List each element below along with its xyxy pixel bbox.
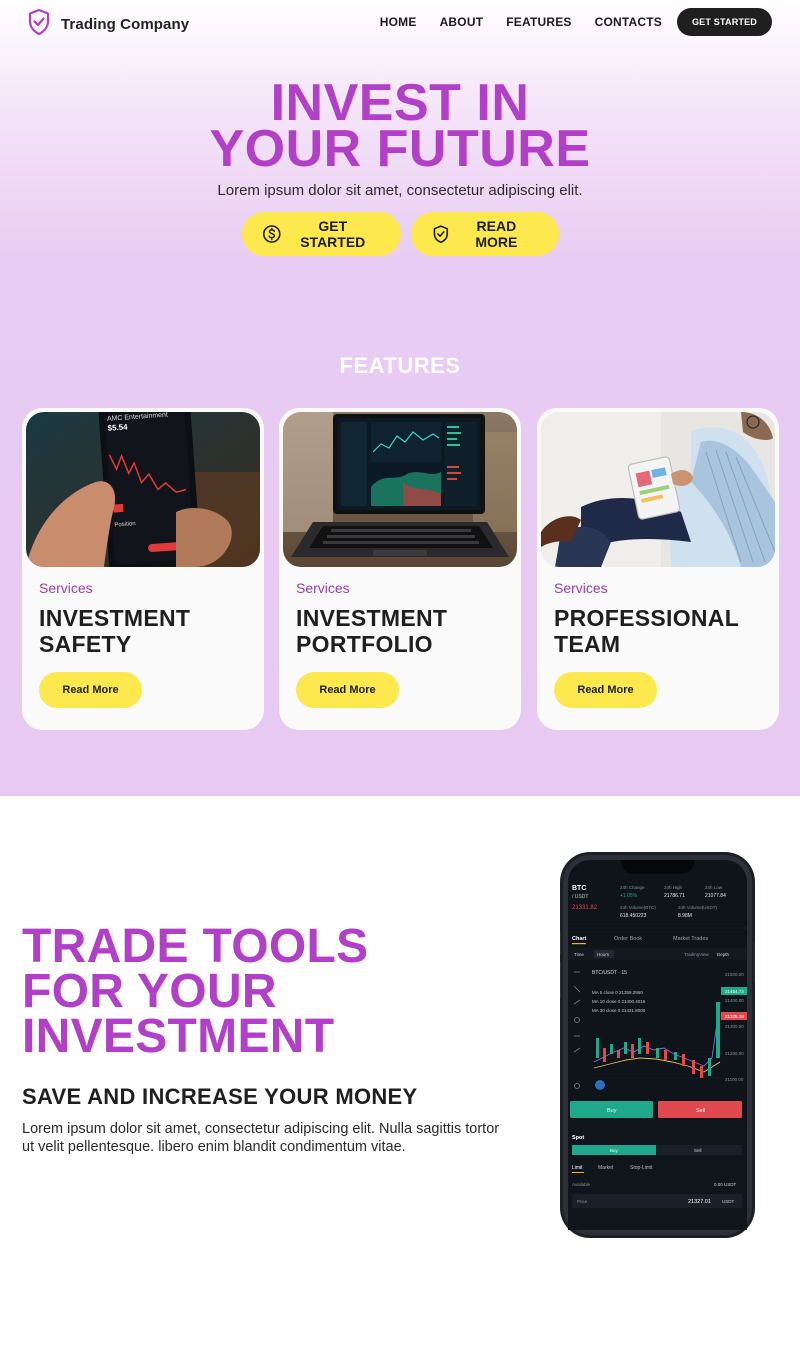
nav-get-started-button[interactable]: GET STARTED — [677, 8, 772, 36]
card-kicker: Services — [39, 580, 93, 596]
card-title: INVESTMENT SAFETY — [39, 605, 191, 657]
feature-card-professional-team: Services PROFESSIONAL TEAM Read More — [537, 408, 779, 730]
pair-interval: BTC/USDT · 15 — [592, 970, 627, 976]
vol-btc-value: 618.450223 — [620, 913, 647, 919]
main-menu: HOME ABOUT FEATURES CONTACTS — [357, 15, 662, 29]
features-heading: FEATURES — [339, 353, 461, 378]
pair-label: BTC — [572, 885, 586, 892]
time-option: Time — [574, 952, 584, 957]
price-tag-green: 21454.73 — [725, 989, 744, 994]
axis-label: 21400.00 — [725, 998, 744, 1003]
brand[interactable]: Trading Company — [27, 8, 189, 41]
low-label: 24h Low — [705, 885, 723, 890]
change-value: +1.05% — [620, 893, 638, 899]
hours-option: Hours — [597, 952, 610, 957]
nav-about[interactable]: ABOUT — [440, 15, 484, 29]
feature-card-investment-safety: AMC Entertainment $5.54 Position Service… — [22, 408, 264, 730]
order-type-limit: Limit — [572, 1165, 583, 1171]
vol-usdt-value: 8.98M — [678, 913, 692, 919]
ma30-readout: MA 30 close 0 21431.8000 — [592, 1008, 646, 1013]
hero-title-text: INVEST IN YOUR FUTURE — [209, 74, 591, 178]
nav-features[interactable]: FEATURES — [506, 15, 571, 29]
last-price: 21331.82 — [572, 905, 598, 911]
ma5-readout: MA 5 close 0 21359.2960 — [592, 990, 643, 995]
quote-label: / USDT — [572, 894, 588, 900]
depth-option: Depth — [717, 952, 730, 957]
axis-label: 21500.00 — [725, 972, 744, 977]
hero-read-more-button[interactable]: READ MORE — [410, 212, 559, 256]
spot-label: Spot — [572, 1135, 584, 1141]
hero-buttons: GET STARTED READ MORE — [0, 212, 800, 256]
nav-contacts[interactable]: CONTACTS — [595, 15, 662, 29]
phone-trading-app-mockup: BTC / USDT 21331.82 24h Change +1.05% 24… — [560, 852, 755, 1238]
low-value: 21077.84 — [705, 893, 726, 899]
tab-chart: Chart — [572, 936, 587, 942]
read-more-button[interactable]: Read More — [296, 672, 399, 708]
hero-get-started-button[interactable]: GET STARTED — [241, 212, 401, 256]
hero-subtitle: Lorem ipsum dolor sit amet, consectetur … — [217, 182, 583, 199]
price-tag-red: 21325.18 — [725, 1014, 744, 1019]
price-field-unit: USDT — [722, 1199, 735, 1204]
tradingview-option: TradingView — [684, 952, 710, 957]
svg-text:$5.54: $5.54 — [107, 422, 128, 432]
feature-card-investment-portfolio: Services INVESTMENT PORTFOLIO Read More — [279, 408, 521, 730]
shield-check-icon — [433, 225, 448, 244]
man-with-tablet-photo — [541, 412, 775, 567]
axis-label: 21200.00 — [725, 1051, 744, 1056]
buy-label: Buy — [607, 1108, 617, 1114]
change-label: 24h Change — [620, 885, 645, 890]
hero-features-section: Trading Company HOME ABOUT FEATURES CONT… — [0, 0, 800, 796]
axis-label: 21300.00 — [725, 1024, 744, 1029]
navbar: Trading Company HOME ABOUT FEATURES CONT… — [0, 0, 800, 44]
high-value: 21786.71 — [664, 893, 685, 899]
dollar-circle-icon — [262, 225, 281, 243]
hero-get-started-label: GET STARTED — [300, 218, 366, 250]
ma10-readout: MA 10 close 0 21400.4016 — [592, 999, 646, 1004]
spot-buy-label: Buy — [610, 1148, 619, 1153]
tools-body: Lorem ipsum dolor sit amet, consectetur … — [22, 1121, 500, 1155]
price-field-value: 21327.01 — [688, 1199, 711, 1205]
card-title: PROFESSIONAL TEAM — [554, 605, 740, 657]
brand-name: Trading Company — [61, 16, 190, 33]
vol-btc-label: 24h Volume(BTC) — [620, 905, 656, 910]
spot-sell-label: Sell — [694, 1148, 702, 1153]
read-more-button[interactable]: Read More — [554, 672, 657, 708]
axis-label: 21100.00 — [725, 1077, 744, 1082]
available-value: 0.00 USDT — [714, 1182, 737, 1187]
order-type-stop-limit: Stop-Limit — [630, 1165, 653, 1171]
hero-title: INVEST IN YOUR FUTURE — [0, 77, 800, 175]
laptop-trading-chart-photo — [283, 412, 517, 567]
tab-market-trades: Market Trades — [673, 936, 708, 942]
high-label: 24h High — [664, 885, 683, 890]
nav-home[interactable]: HOME — [380, 15, 417, 29]
card-kicker: Services — [554, 580, 608, 596]
read-more-button[interactable]: Read More — [39, 672, 142, 708]
vol-usdt-label: 24h Volume(USDT) — [678, 905, 718, 910]
card-title: INVESTMENT PORTFOLIO — [296, 605, 448, 657]
phone-stock-app-photo: AMC Entertainment $5.54 Position — [26, 412, 260, 567]
card-kicker: Services — [296, 580, 350, 596]
price-field-label: Price — [577, 1199, 588, 1204]
hero-read-more-label: READ MORE — [475, 218, 518, 250]
order-type-market: Market — [598, 1165, 614, 1171]
shield-check-icon — [27, 8, 51, 41]
sell-label: Sell — [696, 1108, 705, 1114]
tools-title: TRADE TOOLS FOR YOUR INVESTMENT — [22, 920, 369, 1063]
tab-order-book: Order Book — [614, 936, 642, 942]
tools-subtitle: SAVE AND INCREASE YOUR MONEY — [22, 1084, 418, 1109]
available-label: Available — [572, 1182, 591, 1187]
